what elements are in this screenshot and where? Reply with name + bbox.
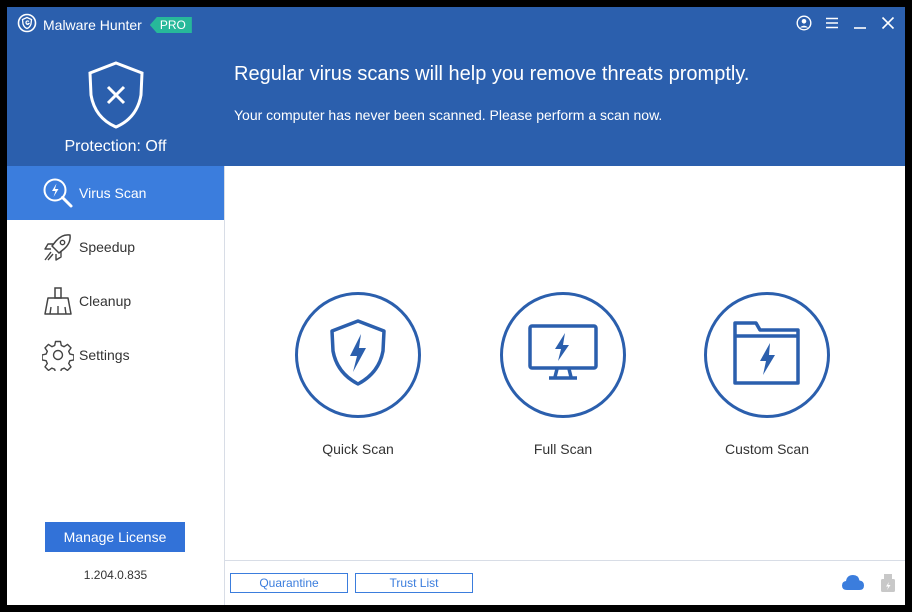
folder-bolt-icon [732, 319, 802, 392]
full-scan-label[interactable]: Full Scan [483, 441, 643, 457]
custom-scan-button[interactable] [704, 292, 830, 418]
main-panel: Quick Scan Full Scan Custom Scan Quarant… [225, 166, 905, 605]
pro-badge: PRO [149, 17, 192, 33]
custom-scan-label[interactable]: Custom Scan [687, 441, 847, 457]
monitor-bolt-icon [527, 323, 599, 388]
rocket-icon [41, 230, 75, 264]
quick-scan-button[interactable] [295, 292, 421, 418]
trust-list-button[interactable]: Trust List [355, 573, 473, 593]
cloud-icon[interactable] [841, 573, 865, 596]
sidebar-item-cleanup[interactable]: Cleanup [7, 274, 224, 328]
sidebar-item-label: Speedup [79, 239, 136, 255]
protection-status: Protection: Off [64, 138, 167, 155]
sidebar-item-label: Virus Scan [79, 185, 147, 201]
usb-icon[interactable] [880, 573, 896, 598]
close-icon[interactable] [879, 14, 897, 32]
menu-icon[interactable] [823, 14, 841, 32]
version-label: 1.204.0.835 [83, 568, 148, 582]
sidebar-item-virus-scan[interactable]: Virus Scan [7, 166, 224, 220]
sidebar: Virus Scan Speedup Cleanup Settings Mana… [7, 166, 225, 605]
gear-icon [41, 338, 75, 372]
app-title: Malware Hunter [43, 17, 142, 33]
shield-bolt-icon [328, 318, 388, 393]
app-logo-icon [17, 13, 37, 38]
quarantine-button[interactable]: Quarantine [230, 573, 348, 593]
quick-scan-label[interactable]: Quick Scan [278, 441, 438, 457]
sidebar-item-settings[interactable]: Settings [7, 328, 224, 382]
header-headline: Regular virus scans will help you remove… [234, 63, 750, 85]
footer-bar: Quarantine Trust List [225, 560, 905, 605]
full-scan-button[interactable] [500, 292, 626, 418]
window-controls [795, 14, 897, 32]
sidebar-item-speedup[interactable]: Speedup [7, 220, 224, 274]
protection-shield-icon [87, 61, 145, 134]
broom-icon [41, 284, 75, 318]
header-subtext: Your computer has never been scanned. Pl… [234, 107, 663, 123]
sidebar-item-label: Cleanup [79, 293, 132, 309]
account-icon[interactable] [795, 14, 813, 32]
app-window: Malware Hunter PRO Protection: Off Regul… [7, 7, 905, 605]
sidebar-item-label: Settings [79, 347, 130, 363]
minimize-icon[interactable] [851, 14, 869, 32]
virus-scan-icon [41, 176, 75, 210]
manage-license-button[interactable]: Manage License [45, 522, 185, 552]
title-bar: Malware Hunter PRO [17, 13, 192, 38]
header: Malware Hunter PRO Protection: Off Regul… [7, 7, 905, 166]
